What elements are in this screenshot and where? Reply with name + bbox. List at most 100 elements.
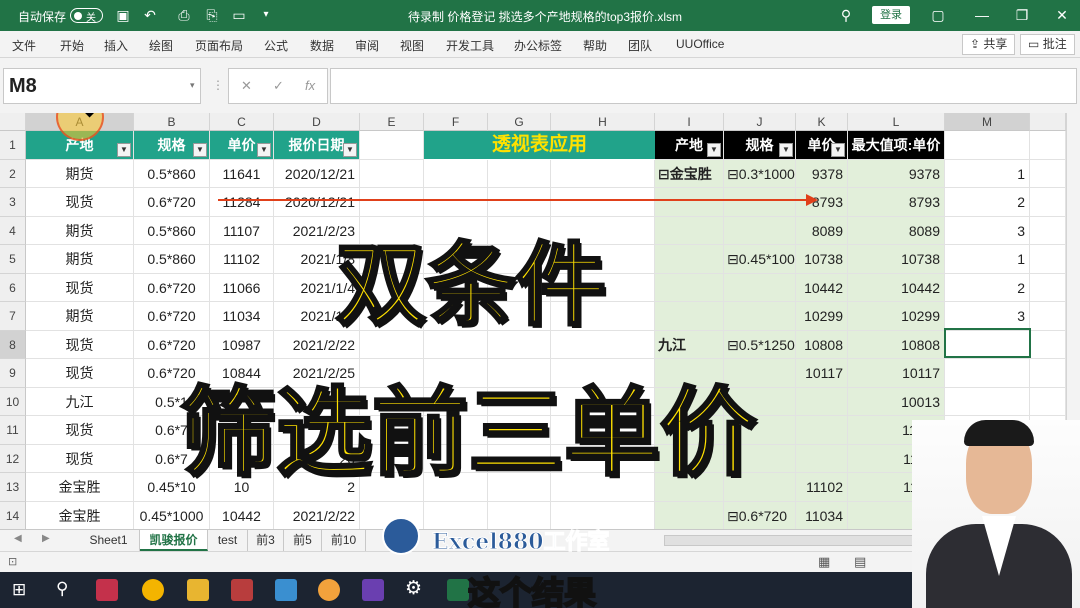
taskbar-app3-icon[interactable] <box>275 579 297 601</box>
pivot-cell[interactable]: ⊟金宝胜 <box>655 159 724 188</box>
pivot-cell[interactable] <box>945 359 1030 388</box>
pivot-cell[interactable] <box>724 188 796 217</box>
fx-icon[interactable]: fx <box>305 78 315 93</box>
pivot-cell[interactable] <box>796 444 848 473</box>
empty-cell[interactable] <box>1030 387 1066 416</box>
pivot-cell[interactable]: 9378 <box>848 159 945 188</box>
table-cell[interactable]: 0.6*720 <box>134 273 210 302</box>
row-header[interactable]: 5 <box>0 245 26 274</box>
table-cell[interactable]: 11641 <box>210 159 274 188</box>
tab-top3[interactable]: 前3 <box>248 530 284 551</box>
column-header-b[interactable]: B <box>134 113 210 131</box>
pivot-cell[interactable]: 8089 <box>848 216 945 245</box>
table-cell[interactable]: 期货 <box>26 245 134 274</box>
normal-view-icon[interactable]: ▦ <box>818 554 830 570</box>
pivot-cell[interactable]: 11102 <box>796 473 848 502</box>
table-cell[interactable]: 11102 <box>210 245 274 274</box>
tab-top5[interactable]: 前5 <box>284 530 322 551</box>
filter-dropdown-icon[interactable]: ▼ <box>193 143 207 157</box>
menu-data[interactable]: 数据 <box>310 37 334 54</box>
table-cell[interactable]: 现货 <box>26 416 134 445</box>
taskbar-excel-icon[interactable] <box>447 579 469 601</box>
signin-button[interactable]: 登录 <box>872 6 910 24</box>
pivot-cell[interactable]: 10442 <box>848 273 945 302</box>
table-cell[interactable]: 现货 <box>26 188 134 217</box>
pivot-cell[interactable]: 10013 <box>848 387 945 416</box>
pivot-cell[interactable]: 10808 <box>848 330 945 359</box>
close-icon[interactable]: ✕ <box>1054 7 1070 23</box>
menu-file[interactable]: 文件 <box>12 37 36 54</box>
column-header-c[interactable]: C <box>210 113 274 131</box>
menu-help[interactable]: 帮助 <box>583 37 607 54</box>
empty-cell[interactable] <box>1030 131 1066 160</box>
empty-cell[interactable] <box>1030 330 1066 359</box>
table-cell[interactable]: 现货 <box>26 359 134 388</box>
column-header-m[interactable]: M <box>945 113 1030 131</box>
empty-cell[interactable] <box>360 131 424 160</box>
menu-view[interactable]: 视图 <box>400 37 424 54</box>
taskbar-app2-icon[interactable] <box>231 579 253 601</box>
pivot-cell[interactable] <box>655 302 724 331</box>
column-header-j[interactable]: J <box>724 113 796 131</box>
pivot-cell[interactable] <box>655 501 724 529</box>
table-cell[interactable]: 0.6*720 <box>134 302 210 331</box>
pivot-cell[interactable] <box>796 387 848 416</box>
row-header[interactable]: 3 <box>0 188 26 217</box>
row-header[interactable]: 6 <box>0 273 26 302</box>
menu-draw[interactable]: 绘图 <box>149 37 173 54</box>
pivot-cell[interactable]: 8089 <box>796 216 848 245</box>
new-file-icon[interactable]: ▭ <box>231 7 247 23</box>
row-header[interactable]: 4 <box>0 216 26 245</box>
filter-dropdown-icon[interactable]: ▼ <box>117 143 131 157</box>
taskbar-vs-icon[interactable] <box>362 579 384 601</box>
tab-active[interactable]: 凯骏报价 <box>140 530 208 551</box>
table-cell[interactable]: 2020/12/21 <box>274 188 360 217</box>
pivot-cell[interactable]: 3 <box>945 302 1030 331</box>
pivot-cell[interactable] <box>655 216 724 245</box>
name-box[interactable]: M8 <box>3 68 201 104</box>
pivot-cell[interactable]: ⊟0.3*1000 <box>724 159 796 188</box>
taskbar-search-app-icon[interactable] <box>318 579 340 601</box>
menu-formulas[interactable]: 公式 <box>264 37 288 54</box>
pivot-cell[interactable] <box>724 216 796 245</box>
row-header[interactable]: 10 <box>0 387 26 416</box>
tab-next-icon[interactable]: ▶ <box>42 533 50 544</box>
taskbar-settings-icon[interactable]: ⚙ <box>405 577 422 600</box>
column-header-h[interactable]: H <box>551 113 655 131</box>
table-cell[interactable]: 11107 <box>210 216 274 245</box>
print-icon[interactable]: ⎘ <box>204 7 220 23</box>
table-cell[interactable]: 金宝胜 <box>26 473 134 502</box>
table-cell[interactable]: 2021/2/22 <box>274 501 360 529</box>
comments-button[interactable]: ▭ 批注 <box>1020 34 1075 55</box>
pivot-cell[interactable]: 8793 <box>796 188 848 217</box>
pivot-filter-icon[interactable]: ▼ <box>779 143 793 157</box>
tab-top10[interactable]: 前10 <box>322 530 366 551</box>
pivot-cell[interactable]: ⊟0.45*100 <box>724 245 796 274</box>
empty-cell[interactable] <box>945 131 1030 160</box>
row-header[interactable]: 14 <box>0 501 26 529</box>
pivot-cell[interactable]: ⊟0.6*720 <box>724 501 796 529</box>
page-layout-view-icon[interactable]: ▤ <box>854 554 866 570</box>
table-cell[interactable]: 11034 <box>210 302 274 331</box>
pivot-cell[interactable]: 8793 <box>848 188 945 217</box>
redo-icon[interactable]: ⎙ <box>176 7 192 23</box>
row-header[interactable]: 1 <box>0 131 26 160</box>
pivot-sort-filter-icon[interactable]: ▼ <box>831 143 845 157</box>
empty-cell[interactable] <box>1030 273 1066 302</box>
windows-start-icon[interactable]: ⊞ <box>12 580 26 600</box>
pivot-cell[interactable]: 10117 <box>796 359 848 388</box>
pivot-cell[interactable] <box>724 302 796 331</box>
pivot-cell[interactable] <box>796 416 848 445</box>
column-header-f[interactable]: F <box>424 113 488 131</box>
column-header-e[interactable]: E <box>360 113 424 131</box>
empty-cell[interactable] <box>1030 302 1066 331</box>
autosave-toggle[interactable]: 关 <box>70 8 103 24</box>
cancel-icon[interactable]: ✕ <box>241 78 252 94</box>
select-all-corner[interactable] <box>0 113 26 131</box>
taskbar-app1-icon[interactable] <box>96 579 118 601</box>
search-icon[interactable]: ⚲ <box>838 7 854 23</box>
taskbar-folder-icon[interactable] <box>187 579 209 601</box>
row-header[interactable]: 2 <box>0 159 26 188</box>
pivot-cell[interactable]: 10738 <box>796 245 848 274</box>
column-header-n[interactable] <box>1030 113 1066 131</box>
